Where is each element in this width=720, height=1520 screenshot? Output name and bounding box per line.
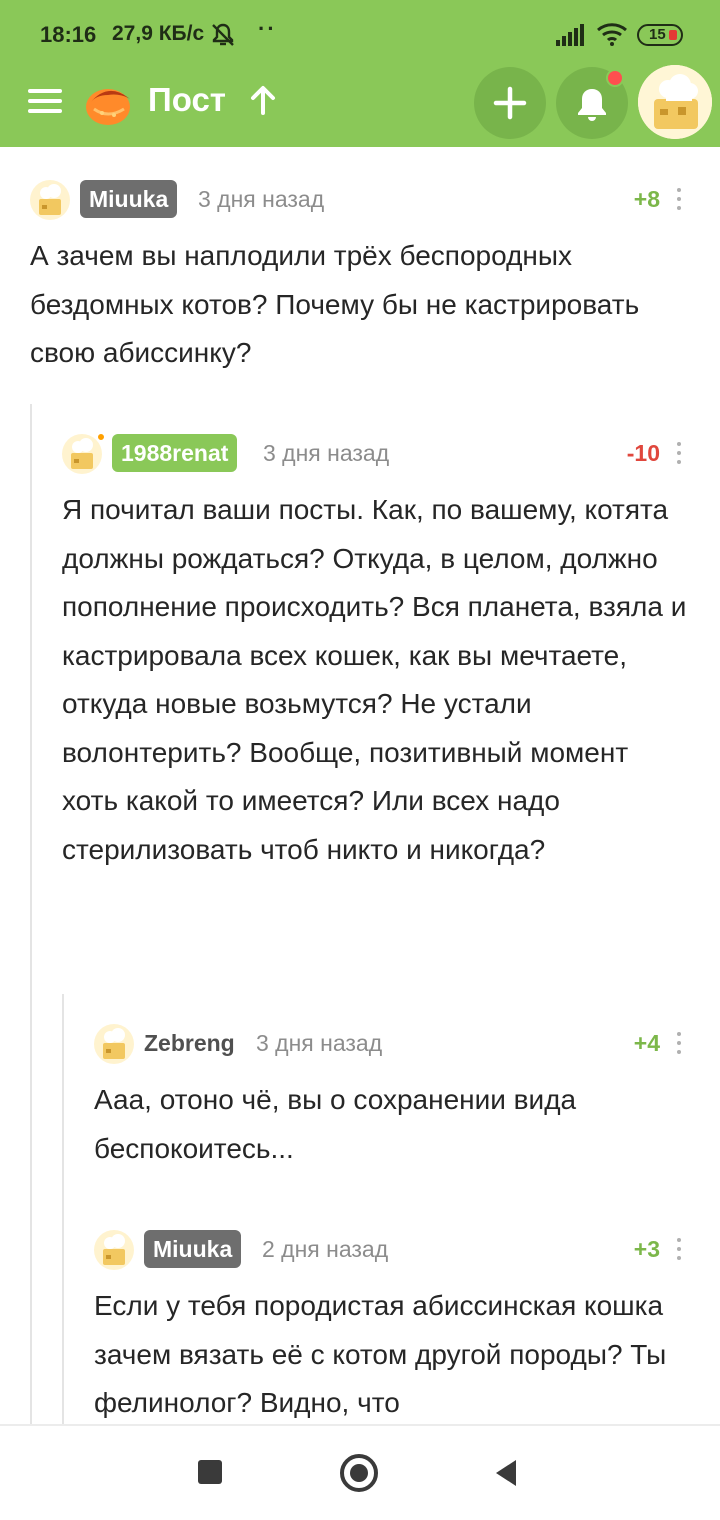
username-badge[interactable]: Miuuka xyxy=(80,180,178,218)
profile-avatar[interactable] xyxy=(638,65,712,139)
menu-icon[interactable] xyxy=(28,87,62,115)
recents-square-icon[interactable] xyxy=(198,1460,222,1484)
battery-icon: 15 xyxy=(637,24,683,46)
back-triangle-icon[interactable] xyxy=(494,1458,518,1493)
thread-line xyxy=(62,994,64,1424)
bell-muted-icon xyxy=(210,22,236,53)
comment: 1988renat 3 дня назад -10 Я почитал ваши… xyxy=(62,432,690,874)
top-bar: 18:16 27,9 КБ/с ·· 15 Пост xyxy=(0,0,720,147)
comment-meta: Miuuka 2 дня назад +3 xyxy=(94,1228,690,1272)
status-network-speed: 27,9 КБ/с xyxy=(112,22,205,45)
more-vertical-icon[interactable] xyxy=(676,1238,682,1260)
comment-time[interactable]: 3 дня назад xyxy=(198,180,324,218)
comment-rating: +4 xyxy=(633,1030,660,1056)
avatar[interactable] xyxy=(30,180,70,220)
status-time: 18:16 xyxy=(40,22,97,47)
username-badge[interactable]: Miuuka xyxy=(144,1230,242,1268)
plus-icon xyxy=(493,86,527,120)
app-bar: Пост xyxy=(0,65,720,145)
battery-level: 15 xyxy=(649,26,666,43)
add-button[interactable] xyxy=(474,67,546,139)
comment-time[interactable]: 3 дня назад xyxy=(263,434,389,472)
wifi-icon xyxy=(596,22,628,51)
more-vertical-icon[interactable] xyxy=(676,442,682,464)
comment-rating: -10 xyxy=(626,440,660,466)
comment-time[interactable]: 2 дня назад xyxy=(262,1230,388,1268)
username[interactable]: Zebreng xyxy=(144,1024,235,1062)
comment-text: А зачем вы наплодили трёх беспородных бе… xyxy=(30,240,640,368)
comment-rating: +3 xyxy=(633,1236,660,1262)
notification-dot xyxy=(606,69,624,87)
logo-icon[interactable] xyxy=(80,73,136,129)
avatar[interactable] xyxy=(94,1024,134,1064)
avatar[interactable] xyxy=(94,1230,134,1270)
comment: Zebreng 3 дня назад +4 Ааа, отоно чё, вы… xyxy=(94,1022,690,1173)
more-vertical-icon[interactable] xyxy=(676,1032,682,1054)
username-badge[interactable]: 1988renat xyxy=(112,434,238,472)
comment-meta: 1988renat 3 дня назад -10 xyxy=(62,432,690,476)
comment-text: Ааа, отоно чё, вы о сохранении вида бесп… xyxy=(94,1084,577,1164)
comment-text: Если у тебя породистая абиссинская кошка… xyxy=(94,1290,667,1418)
comment: Miuuka 3 дня назад +8 А зачем вы наплоди… xyxy=(30,178,690,378)
comment-rating: +8 xyxy=(633,186,660,212)
comment-time[interactable]: 3 дня назад xyxy=(256,1024,382,1062)
system-nav-bar xyxy=(0,1424,720,1520)
arrow-up-icon[interactable] xyxy=(250,85,276,120)
notifications-button[interactable] xyxy=(556,67,628,139)
comment: Miuuka 2 дня назад +3 Если у тебя породи… xyxy=(94,1228,690,1424)
more-vertical-icon[interactable] xyxy=(676,188,682,210)
status-bar: 18:16 27,9 КБ/с ·· 15 xyxy=(0,0,720,70)
home-circle-icon[interactable] xyxy=(340,1454,378,1492)
online-indicator xyxy=(96,432,106,442)
page-title: Пост xyxy=(148,81,226,118)
comment-meta: Miuuka 3 дня назад +8 xyxy=(30,178,690,222)
comment-meta: Zebreng 3 дня назад +4 xyxy=(94,1022,690,1066)
thread-line xyxy=(30,404,32,1424)
status-more-dots: ·· xyxy=(258,16,277,41)
signal-icon xyxy=(556,24,586,51)
comment-text: Я почитал ваши посты. Как, по вашему, ко… xyxy=(62,494,687,865)
